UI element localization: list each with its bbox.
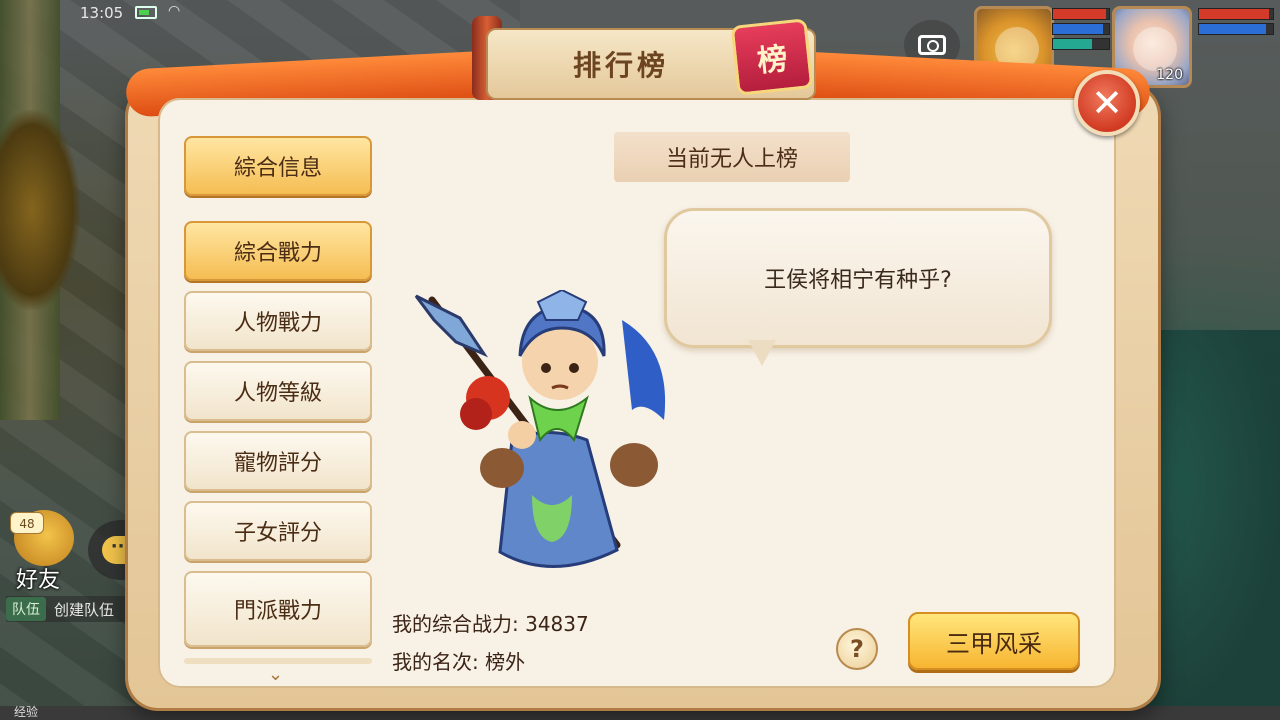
- my-rank-value: 榜外: [485, 650, 526, 674]
- tab-pet-score[interactable]: 寵物評分: [184, 431, 372, 491]
- my-rank-label: 我的名次:: [392, 650, 479, 674]
- experience-bar: 经验: [0, 705, 1280, 720]
- window-title: 排行榜: [572, 49, 669, 82]
- tab-character-level[interactable]: 人物等級: [184, 361, 372, 421]
- my-ranking: 我的名次: 榜外: [392, 646, 525, 675]
- character-speech-bubble: 王侯将相宁有种乎?: [664, 208, 1052, 348]
- pet-stat-bars: [1052, 8, 1110, 53]
- status-time: 13:05: [80, 4, 124, 22]
- help-button[interactable]: ?: [836, 628, 878, 670]
- my-power-label: 我的综合战力:: [392, 612, 519, 636]
- speech-bubble-tail: [748, 340, 776, 366]
- close-x-icon: ✕: [1091, 81, 1123, 125]
- chevron-down-icon[interactable]: ⌄: [268, 664, 283, 685]
- wifi-icon: ◠: [168, 3, 181, 19]
- warrior-character-illustration: [414, 290, 666, 568]
- close-button[interactable]: ✕: [1074, 70, 1140, 136]
- create-team-link[interactable]: 创建队伍: [54, 599, 114, 620]
- my-total-power: 我的综合战力: 34837: [392, 608, 589, 637]
- battery-icon: [135, 6, 157, 19]
- tab-character-power[interactable]: 人物戰力: [184, 291, 372, 351]
- my-power-value: 34837: [525, 612, 589, 636]
- hero-mp-bar: [1198, 23, 1274, 35]
- pet-mp-bar: [1052, 23, 1110, 35]
- top-three-showcase-button[interactable]: 三甲风采: [908, 612, 1080, 670]
- friend-count-badge: 48: [10, 512, 44, 534]
- tab-sect-power[interactable]: 門派戰力: [184, 571, 372, 647]
- pet-hp-bar: [1052, 8, 1110, 20]
- friends-label: 好友: [16, 568, 61, 593]
- pet-exp-bar: [1052, 38, 1110, 50]
- ranking-status-banner: 当前无人上榜: [614, 132, 850, 182]
- tab-overall-info[interactable]: 綜合信息: [184, 136, 372, 196]
- hero-face: [1133, 27, 1177, 71]
- hero-stat-bars: [1198, 8, 1274, 38]
- hero-level: 120: [1156, 67, 1183, 83]
- tab-overall-power[interactable]: 綜合戰力: [184, 221, 372, 281]
- team-tag: 队伍: [6, 597, 46, 621]
- camera-icon: [918, 35, 946, 55]
- hero-hp-bar: [1198, 8, 1274, 20]
- friends-button[interactable]: 48 好友: [6, 510, 76, 593]
- tab-children-score[interactable]: 子女評分: [184, 501, 372, 561]
- ranking-seal-icon: 榜: [730, 18, 814, 96]
- experience-label: 经验: [14, 705, 39, 719]
